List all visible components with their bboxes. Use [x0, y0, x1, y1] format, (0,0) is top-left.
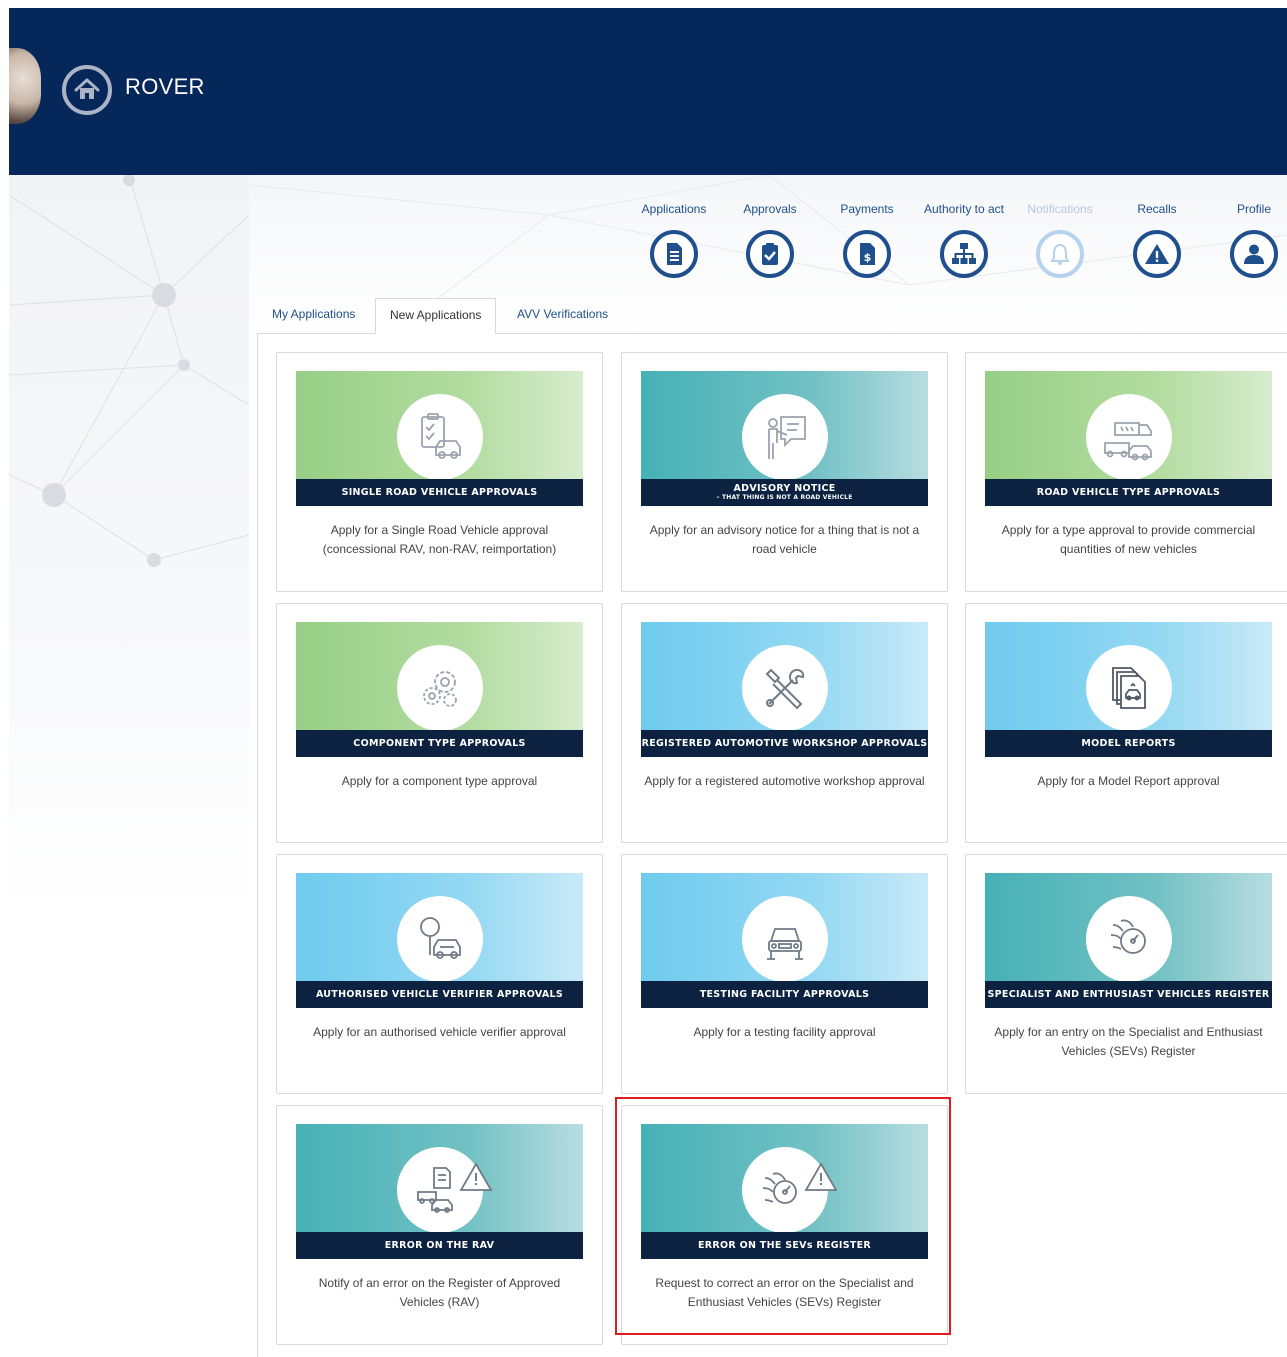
car-lift-icon — [741, 896, 828, 981]
nav-approvals[interactable]: Approvals — [722, 200, 818, 278]
card-banner — [985, 873, 1272, 981]
bell-icon — [1036, 230, 1084, 278]
card-description: Apply for an authorised vehicle verifier… — [313, 1025, 566, 1039]
tab-my-applications[interactable]: My Applications — [258, 298, 369, 334]
nav-applications[interactable]: Applications — [626, 200, 722, 278]
avatar[interactable] — [9, 48, 41, 124]
highlight-box — [615, 1097, 951, 1335]
app-header: ROVER — [9, 8, 1287, 175]
card-advisory-notice[interactable]: ADVISORY NOTICE – THAT THING IS NOT A RO… — [621, 352, 948, 592]
card-testing-facility-approvals[interactable]: TESTING FACILITY APPROVALS Apply for a t… — [621, 854, 948, 1094]
card-title: SINGLE ROAD VEHICLE APPROVALS — [341, 487, 538, 498]
card-banner — [985, 371, 1272, 479]
authority-icon[interactable] — [940, 230, 988, 278]
application-tabs: My Applications New Applications AVV Ver… — [257, 298, 1287, 334]
nav-authority-to-act[interactable]: Authority to act — [916, 200, 1012, 278]
card-title-bar: SPECIALIST AND ENTHUSIAST VEHICLES REGIS… — [985, 981, 1272, 1008]
card-title-bar: TESTING FACILITY APPROVALS — [641, 981, 928, 1008]
card-description: Apply for an advisory notice for a thing… — [649, 523, 920, 556]
card-title: REGISTERED AUTOMOTIVE WORKSHOP APPROVALS — [641, 738, 928, 749]
vehicles-icon — [1085, 394, 1172, 479]
card-title-bar: AUTHORISED VEHICLE VERIFIER APPROVALS — [296, 981, 583, 1008]
speedometer-flame-icon — [1085, 896, 1172, 981]
card-title: ERROR ON THE RAV — [384, 1240, 495, 1251]
card-authorised-vehicle-verifier-approvals[interactable]: AUTHORISED VEHICLE VERIFIER APPROVALS Ap… — [276, 854, 603, 1094]
tab-new-applications[interactable]: New Applications — [375, 298, 497, 334]
card-title: TESTING FACILITY APPROVALS — [699, 989, 870, 1000]
approvals-icon[interactable] — [746, 230, 794, 278]
tab-avv-verifications[interactable]: AVV Verifications — [503, 298, 622, 334]
applications-icon[interactable] — [650, 230, 698, 278]
warning-icon[interactable] — [1133, 230, 1181, 278]
card-title-bar: ROAD VEHICLE TYPE APPROVALS — [985, 479, 1272, 506]
card-banner — [296, 371, 583, 479]
card-title-bar: ERROR ON THE RAV — [296, 1232, 583, 1259]
card-registered-automotive-workshop-approvals[interactable]: REGISTERED AUTOMOTIVE WORKSHOP APPROVALS… — [621, 603, 948, 843]
card-title-bar: COMPONENT TYPE APPROVALS — [296, 730, 583, 757]
card-title: ROAD VEHICLE TYPE APPROVALS — [1036, 487, 1221, 498]
magnifier-car-icon — [396, 896, 483, 981]
card-single-road-vehicle-approvals[interactable]: SINGLE ROAD VEHICLE APPROVALS Apply for … — [276, 352, 603, 592]
card-title: ADVISORY NOTICE — [733, 483, 836, 494]
card-description: Apply for a Model Report approval — [1037, 774, 1220, 788]
user-icon[interactable] — [1230, 230, 1278, 278]
card-title: AUTHORISED VEHICLE VERIFIER APPROVALS — [315, 989, 564, 1000]
nav-recalls[interactable]: Recalls — [1109, 200, 1205, 278]
card-description: Apply for a type approval to provide com… — [1001, 523, 1256, 556]
card-title-bar: REGISTERED AUTOMOTIVE WORKSHOP APPROVALS — [641, 730, 928, 757]
nav-payments[interactable]: Payments $ — [819, 200, 915, 278]
card-specialist-and-enthusiast-vehicles-register[interactable]: SPECIALIST AND ENTHUSIAST VEHICLES REGIS… — [965, 854, 1287, 1094]
card-banner — [296, 873, 583, 981]
card-error-on-the-rav[interactable]: ERROR ON THE RAV Notify of an error on t… — [276, 1105, 603, 1345]
card-description: Notify of an error on the Register of Ap… — [318, 1276, 561, 1309]
nav-notifications: Notifications — [1012, 200, 1108, 278]
presenter-icon — [741, 394, 828, 479]
card-title-bar: MODEL REPORTS — [985, 730, 1272, 757]
home-icon[interactable] — [62, 65, 112, 115]
svg-text:$: $ — [864, 251, 872, 264]
card-title-bar: SINGLE ROAD VEHICLE APPROVALS — [296, 479, 583, 506]
card-title: COMPONENT TYPE APPROVALS — [353, 738, 526, 749]
card-description: Apply for a testing facility approval — [693, 1025, 876, 1039]
card-component-type-approvals[interactable]: COMPONENT TYPE APPROVALS Apply for a com… — [276, 603, 603, 843]
card-subtitle: – THAT THING IS NOT A ROAD VEHICLE — [716, 494, 853, 501]
card-banner — [641, 873, 928, 981]
card-banner — [296, 622, 583, 730]
card-title: MODEL REPORTS — [1081, 738, 1176, 749]
top-navigation: Applications Approvals Payments $ Author… — [0, 200, 1287, 290]
clipboard-car-icon — [396, 394, 483, 479]
card-description: Apply for an entry on the Specialist and… — [994, 1025, 1263, 1058]
payments-icon[interactable]: $ — [843, 230, 891, 278]
card-description: Apply for a registered automotive worksh… — [644, 774, 925, 788]
card-title-bar: ADVISORY NOTICE – THAT THING IS NOT A RO… — [641, 479, 928, 506]
card-description: Apply for a Single Road Vehicle approval… — [322, 523, 557, 556]
card-banner — [641, 371, 928, 479]
card-description: Apply for a component type approval — [341, 774, 538, 788]
gears-icon — [396, 645, 483, 730]
card-road-vehicle-type-approvals[interactable]: ROAD VEHICLE TYPE APPROVALS Apply for a … — [965, 352, 1287, 592]
card-title: SPECIALIST AND ENTHUSIAST VEHICLES REGIS… — [987, 989, 1270, 1000]
card-banner — [296, 1124, 583, 1232]
nav-profile[interactable]: Profile — [1206, 200, 1287, 278]
card-banner — [641, 622, 928, 730]
tools-icon — [741, 645, 828, 730]
card-model-reports[interactable]: MODEL REPORTS Apply for a Model Report a… — [965, 603, 1287, 843]
app-title[interactable]: ROVER — [125, 74, 205, 100]
warning-triangle-icon — [459, 1162, 493, 1191]
report-icon — [1085, 645, 1172, 730]
card-banner — [985, 622, 1272, 730]
